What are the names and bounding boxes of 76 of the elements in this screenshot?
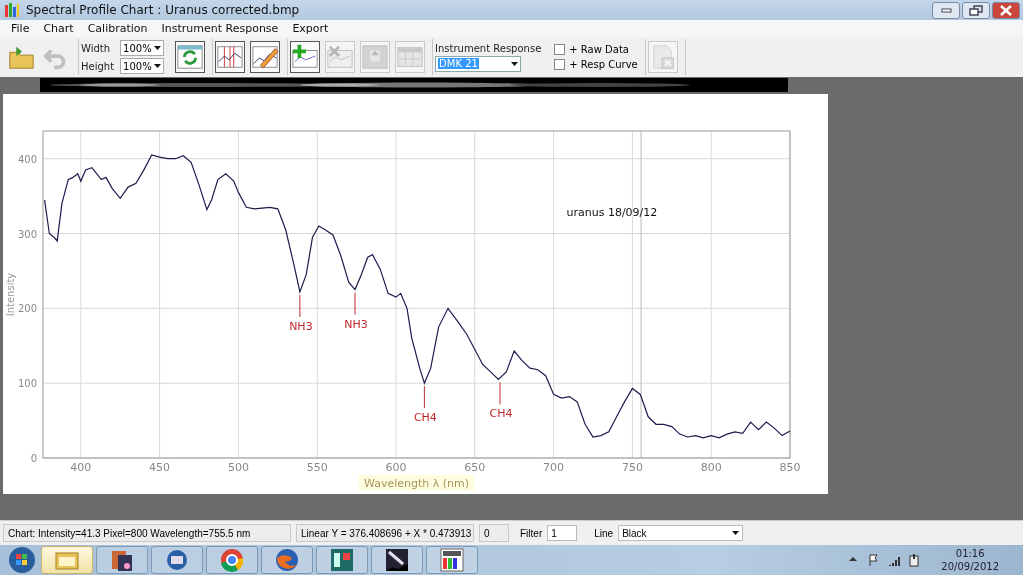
browser-icon xyxy=(218,546,246,574)
clock-time: 01:16 xyxy=(955,547,985,560)
line-marker-label: NH3 xyxy=(289,319,313,333)
width-dropdown[interactable]: 100% xyxy=(120,40,165,56)
marker-line xyxy=(299,294,301,318)
restore-button[interactable] xyxy=(962,1,990,19)
filter-field[interactable]: 1 xyxy=(547,525,578,541)
chart-markers-button[interactable] xyxy=(215,41,246,73)
response-label: Instrument Response xyxy=(435,42,542,54)
close-icon xyxy=(1000,4,1012,16)
chart-readout: Chart: Intensity=41.3 Pixel=800 Wavelength=755.5 nm xyxy=(3,524,291,542)
menu-item[interactable]: Export xyxy=(285,22,336,35)
line-marker-label: CH4 xyxy=(489,407,513,421)
size-label: Width xyxy=(81,42,112,54)
refresh-button[interactable] xyxy=(175,41,206,73)
window-title: Spectral Profile Chart : Uranus corrected.bmp xyxy=(26,3,301,17)
app-icon xyxy=(328,546,356,574)
filter-label: Filter xyxy=(520,527,543,539)
caret-icon xyxy=(154,46,162,50)
marker-line xyxy=(499,381,501,405)
count-display: 0 xyxy=(479,524,509,542)
y-tick-label: 300 xyxy=(17,228,37,240)
line-dropdown[interactable]: Black xyxy=(618,525,744,541)
taskbar-app[interactable] xyxy=(96,546,148,574)
start-button[interactable] xyxy=(6,546,38,574)
bar-chart-icon xyxy=(438,546,466,574)
series-label: uranus 18/09/12 xyxy=(566,205,658,219)
y-tick-label: 400 xyxy=(17,153,37,165)
caret-icon xyxy=(732,531,740,535)
x-axis-title: Wavelength λ (nm) xyxy=(364,477,469,490)
x-tick-label: 500 xyxy=(227,461,249,474)
size-label: Height xyxy=(81,60,115,72)
x-tick-label: 600 xyxy=(385,461,407,474)
x-tick-label: 700 xyxy=(543,461,565,474)
caret-icon xyxy=(511,61,519,66)
pencil-chart-button[interactable] xyxy=(250,41,281,73)
line-label: Line xyxy=(594,527,614,539)
restore-icon xyxy=(969,4,983,16)
checkbox-label: + Resp Curve xyxy=(569,59,638,70)
y-axis-title: Intensity xyxy=(5,272,16,317)
line-marker-label: NH3 xyxy=(344,317,368,331)
clock[interactable]: 01:16 20/09/2012 xyxy=(941,547,999,573)
menu-item[interactable]: File xyxy=(4,22,37,35)
height-dropdown[interactable]: 100% xyxy=(120,58,165,74)
menu-item[interactable]: Calibration xyxy=(80,22,155,35)
x-tick-label: 650 xyxy=(464,461,486,474)
app-icon xyxy=(4,2,20,18)
y-tick-label: 100 xyxy=(17,378,37,390)
x-tick-label: 450 xyxy=(149,461,171,474)
marker-line xyxy=(354,292,356,316)
taskbar-app[interactable] xyxy=(426,546,478,574)
checkbox[interactable] xyxy=(554,44,566,55)
close-button[interactable] xyxy=(992,1,1020,19)
taskbar-app[interactable] xyxy=(371,546,423,574)
power-icon[interactable] xyxy=(907,553,922,567)
comet-icon xyxy=(383,546,411,574)
x-tick-label: 750 xyxy=(621,461,643,474)
y-tick-label: 200 xyxy=(17,303,37,315)
fox-browser-icon xyxy=(273,546,301,574)
x-tick-label: 400 xyxy=(70,461,92,474)
fit-equation: Linear Y = 376.408696 + X * 0.473913 xyxy=(296,524,474,542)
x-tick-label: 850 xyxy=(779,461,801,474)
checkbox-label: + Raw Data xyxy=(569,44,629,55)
marker-line xyxy=(423,385,425,409)
line-marker-label: CH4 xyxy=(413,411,437,425)
caret-icon xyxy=(154,64,162,68)
x-tick-label: 800 xyxy=(700,461,722,474)
minimize-icon xyxy=(940,7,952,13)
menu-item[interactable]: Chart xyxy=(36,22,81,35)
clock-date: 20/09/2012 xyxy=(941,560,999,573)
menu-item[interactable]: Instrument Response xyxy=(154,22,286,35)
checkbox[interactable] xyxy=(554,59,566,70)
add-chart-button[interactable] xyxy=(290,41,321,73)
x-tick-label: 550 xyxy=(306,461,328,474)
y-tick-label: 0 xyxy=(30,453,37,464)
windows-logo-icon xyxy=(8,546,36,574)
